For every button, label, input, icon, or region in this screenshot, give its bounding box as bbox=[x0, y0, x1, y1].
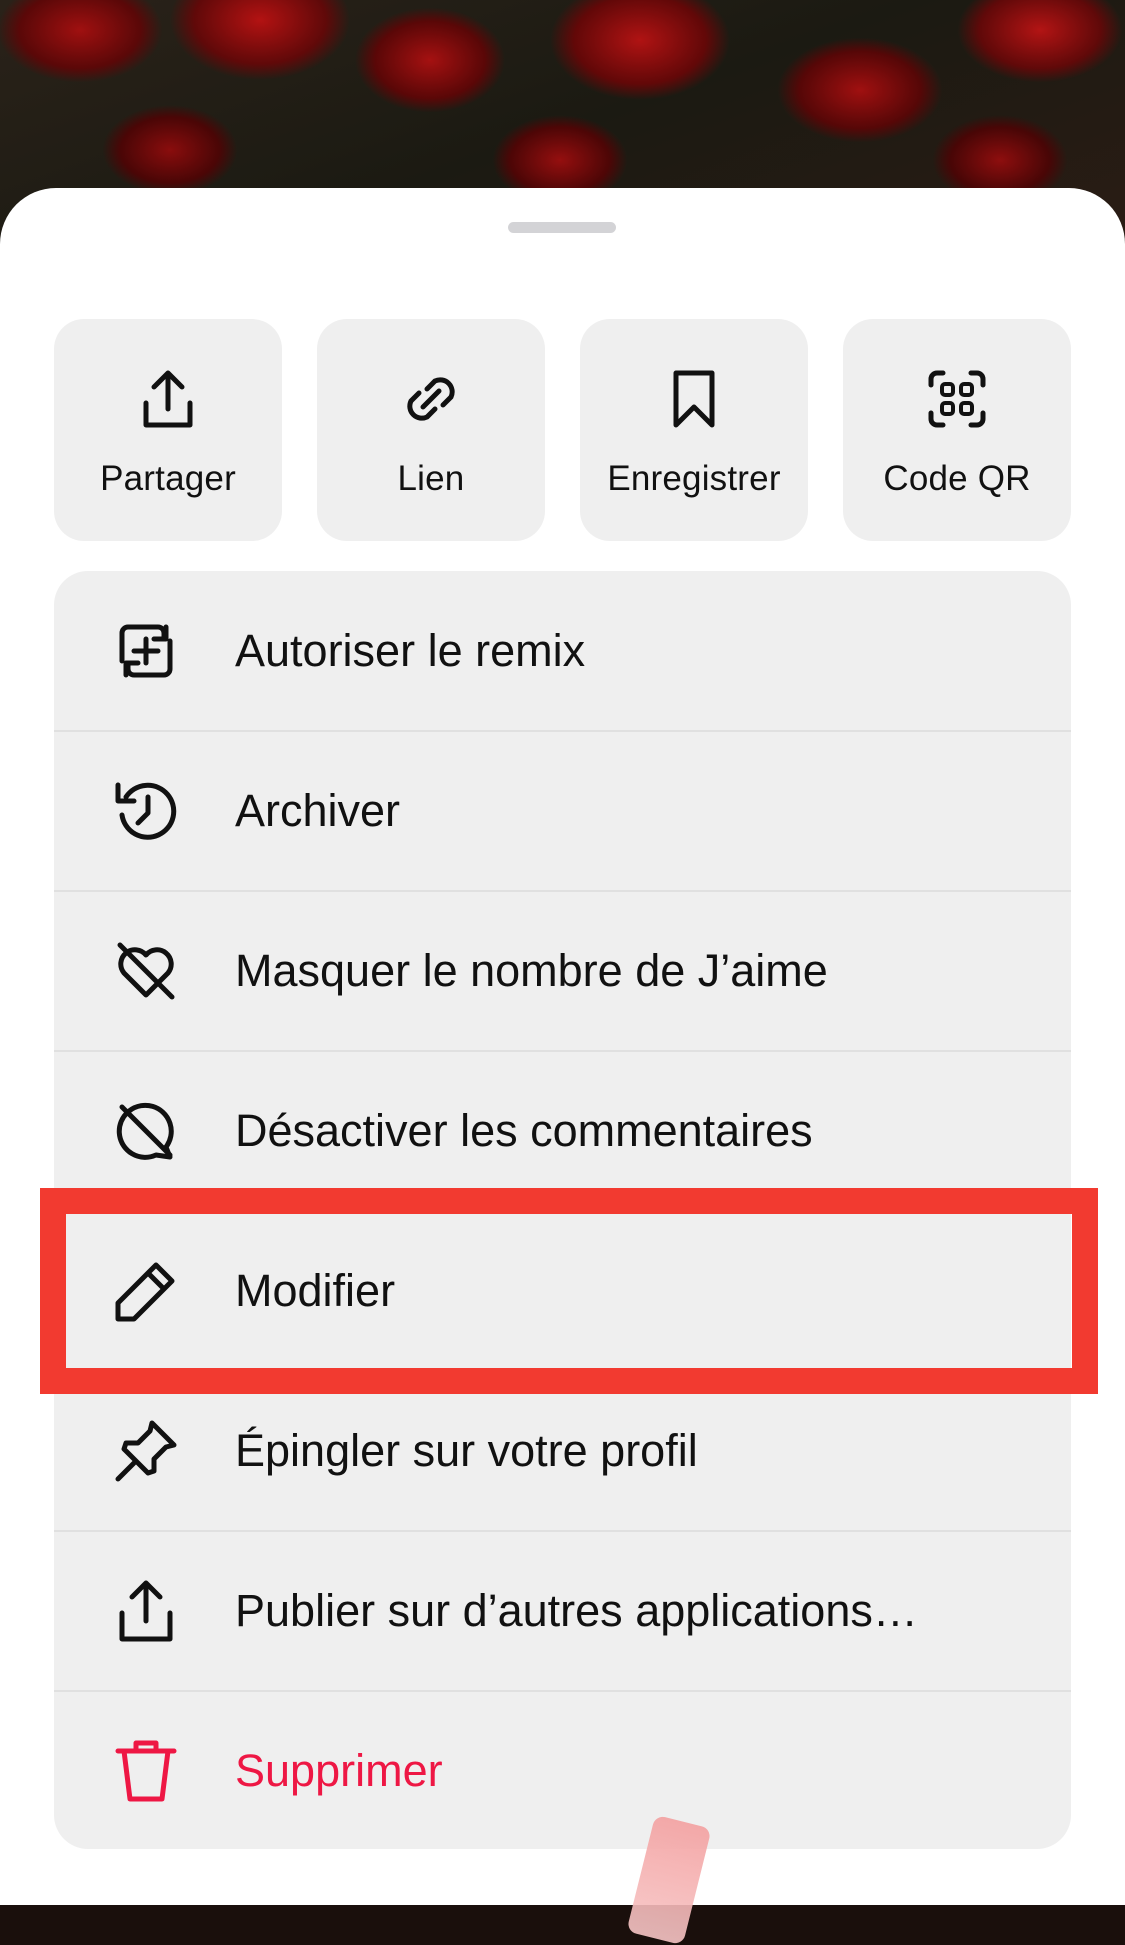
link-icon bbox=[407, 377, 455, 421]
share-label: Partager bbox=[100, 459, 236, 498]
share-icon bbox=[143, 370, 193, 428]
archive-history-icon bbox=[115, 782, 177, 840]
menu-item-archive[interactable]: Archiver bbox=[54, 731, 1071, 891]
bookmark-icon bbox=[673, 370, 715, 428]
qr-code-label: Code QR bbox=[883, 459, 1031, 498]
menu-item-label: Épingler sur votre profil bbox=[235, 1425, 698, 1476]
menu-item-hide-likes[interactable]: Masquer le nombre de J’aime bbox=[54, 891, 1071, 1051]
link-button[interactable]: Lien bbox=[317, 319, 545, 541]
trash-icon bbox=[115, 1740, 177, 1802]
menu-item-allow-remix[interactable]: Autoriser le remix bbox=[54, 571, 1071, 731]
qr-code-icon bbox=[928, 370, 986, 428]
share-button[interactable]: Partager bbox=[54, 319, 282, 541]
link-label: Lien bbox=[397, 459, 465, 498]
menu-item-label: Désactiver les commentaires bbox=[235, 1105, 813, 1156]
menu-item-disable-comments[interactable]: Désactiver les commentaires bbox=[54, 1051, 1071, 1211]
share-icon bbox=[119, 1580, 173, 1642]
menu-item-delete[interactable]: Supprimer bbox=[54, 1691, 1071, 1849]
quick-actions: Partager Lien Enregistrer Code QR bbox=[54, 319, 1071, 541]
menu-item-label: Autoriser le remix bbox=[235, 625, 586, 676]
highlight-box bbox=[40, 1188, 1098, 1394]
menu-item-label: Archiver bbox=[235, 785, 401, 836]
save-button[interactable]: Enregistrer bbox=[580, 319, 808, 541]
menu-item-pin-to-profile[interactable]: Épingler sur votre profil bbox=[54, 1371, 1071, 1531]
pin-icon bbox=[115, 1420, 177, 1482]
qr-code-button[interactable]: Code QR bbox=[843, 319, 1071, 541]
comments-off-icon bbox=[116, 1102, 174, 1160]
save-label: Enregistrer bbox=[607, 459, 781, 498]
remix-icon bbox=[119, 624, 173, 678]
menu-item-share-to-other-apps[interactable]: Publier sur d’autres applications… bbox=[54, 1531, 1071, 1691]
menu-item-label: Masquer le nombre de J’aime bbox=[235, 945, 828, 996]
menu-item-label: Supprimer bbox=[235, 1745, 443, 1796]
sheet-grabber[interactable] bbox=[508, 222, 616, 233]
heart-off-icon bbox=[117, 942, 175, 1000]
menu-item-label: Publier sur d’autres applications… bbox=[235, 1585, 918, 1636]
